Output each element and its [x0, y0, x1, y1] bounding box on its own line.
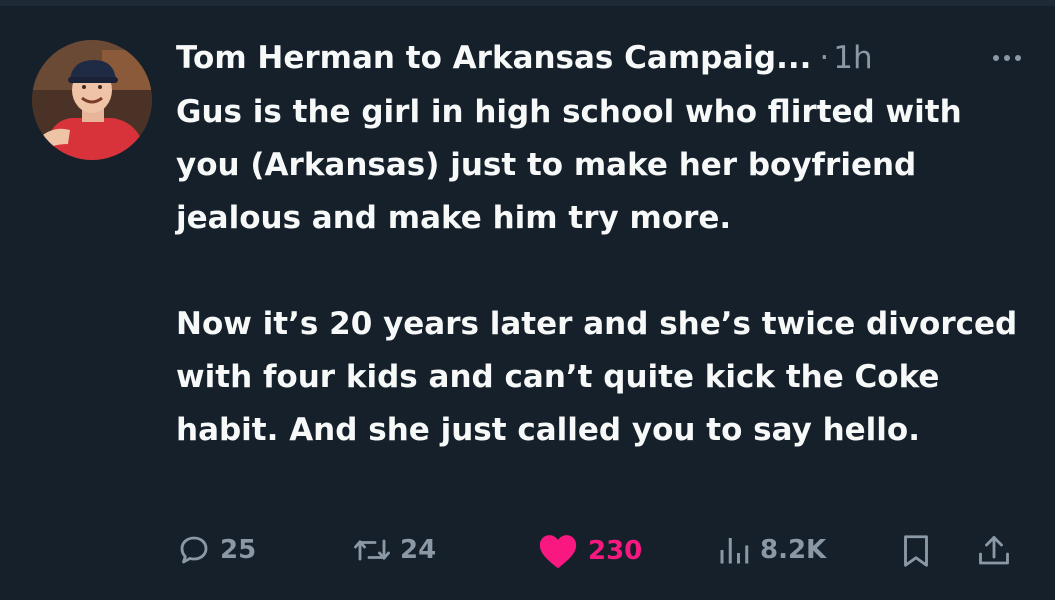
more-icon-dot	[1015, 55, 1021, 61]
display-name[interactable]: Tom Herman to Arkansas Campaig...	[176, 40, 811, 76]
retweet-button[interactable]: 24	[352, 532, 436, 568]
reply-button[interactable]: 25	[176, 532, 256, 568]
tweet-text: Gus is the girl in high school who flirt…	[176, 86, 1031, 457]
action-bar: 25 24 230 8.2K	[176, 524, 1026, 572]
tweet-paragraph: Now it’s 20 years later and she’s twice …	[176, 306, 1018, 448]
tweet-header: Tom Herman to Arkansas Campaig... · 1h	[176, 36, 1031, 80]
tweet[interactable]: Tom Herman to Arkansas Campaig... · 1h G…	[176, 36, 1031, 457]
more-icon-dot	[993, 55, 999, 61]
bookmark-icon	[904, 535, 928, 567]
more-icon[interactable]	[993, 55, 1021, 61]
like-count: 230	[588, 536, 643, 566]
like-button[interactable]: 230	[536, 532, 642, 570]
tweet-paragraph: Gus is the girl in high school who flirt…	[176, 94, 962, 236]
heart-icon	[539, 535, 577, 569]
share-icon	[979, 536, 1009, 565]
retweet-count: 24	[400, 535, 437, 565]
top-divider	[0, 0, 1055, 6]
reply-icon	[180, 536, 208, 564]
avatar-photo	[32, 40, 152, 160]
views-count: 8.2K	[760, 535, 827, 565]
reply-count: 25	[220, 535, 257, 565]
views-icon	[720, 538, 749, 564]
retweet-icon	[354, 539, 390, 561]
separator-dot: ·	[819, 40, 830, 76]
views-button[interactable]: 8.2K	[716, 532, 826, 568]
more-icon-dot	[1004, 55, 1010, 61]
timestamp[interactable]: 1h	[833, 40, 872, 76]
avatar[interactable]	[32, 40, 152, 160]
bookmark-button[interactable]	[898, 532, 934, 570]
share-button[interactable]	[976, 532, 1012, 570]
